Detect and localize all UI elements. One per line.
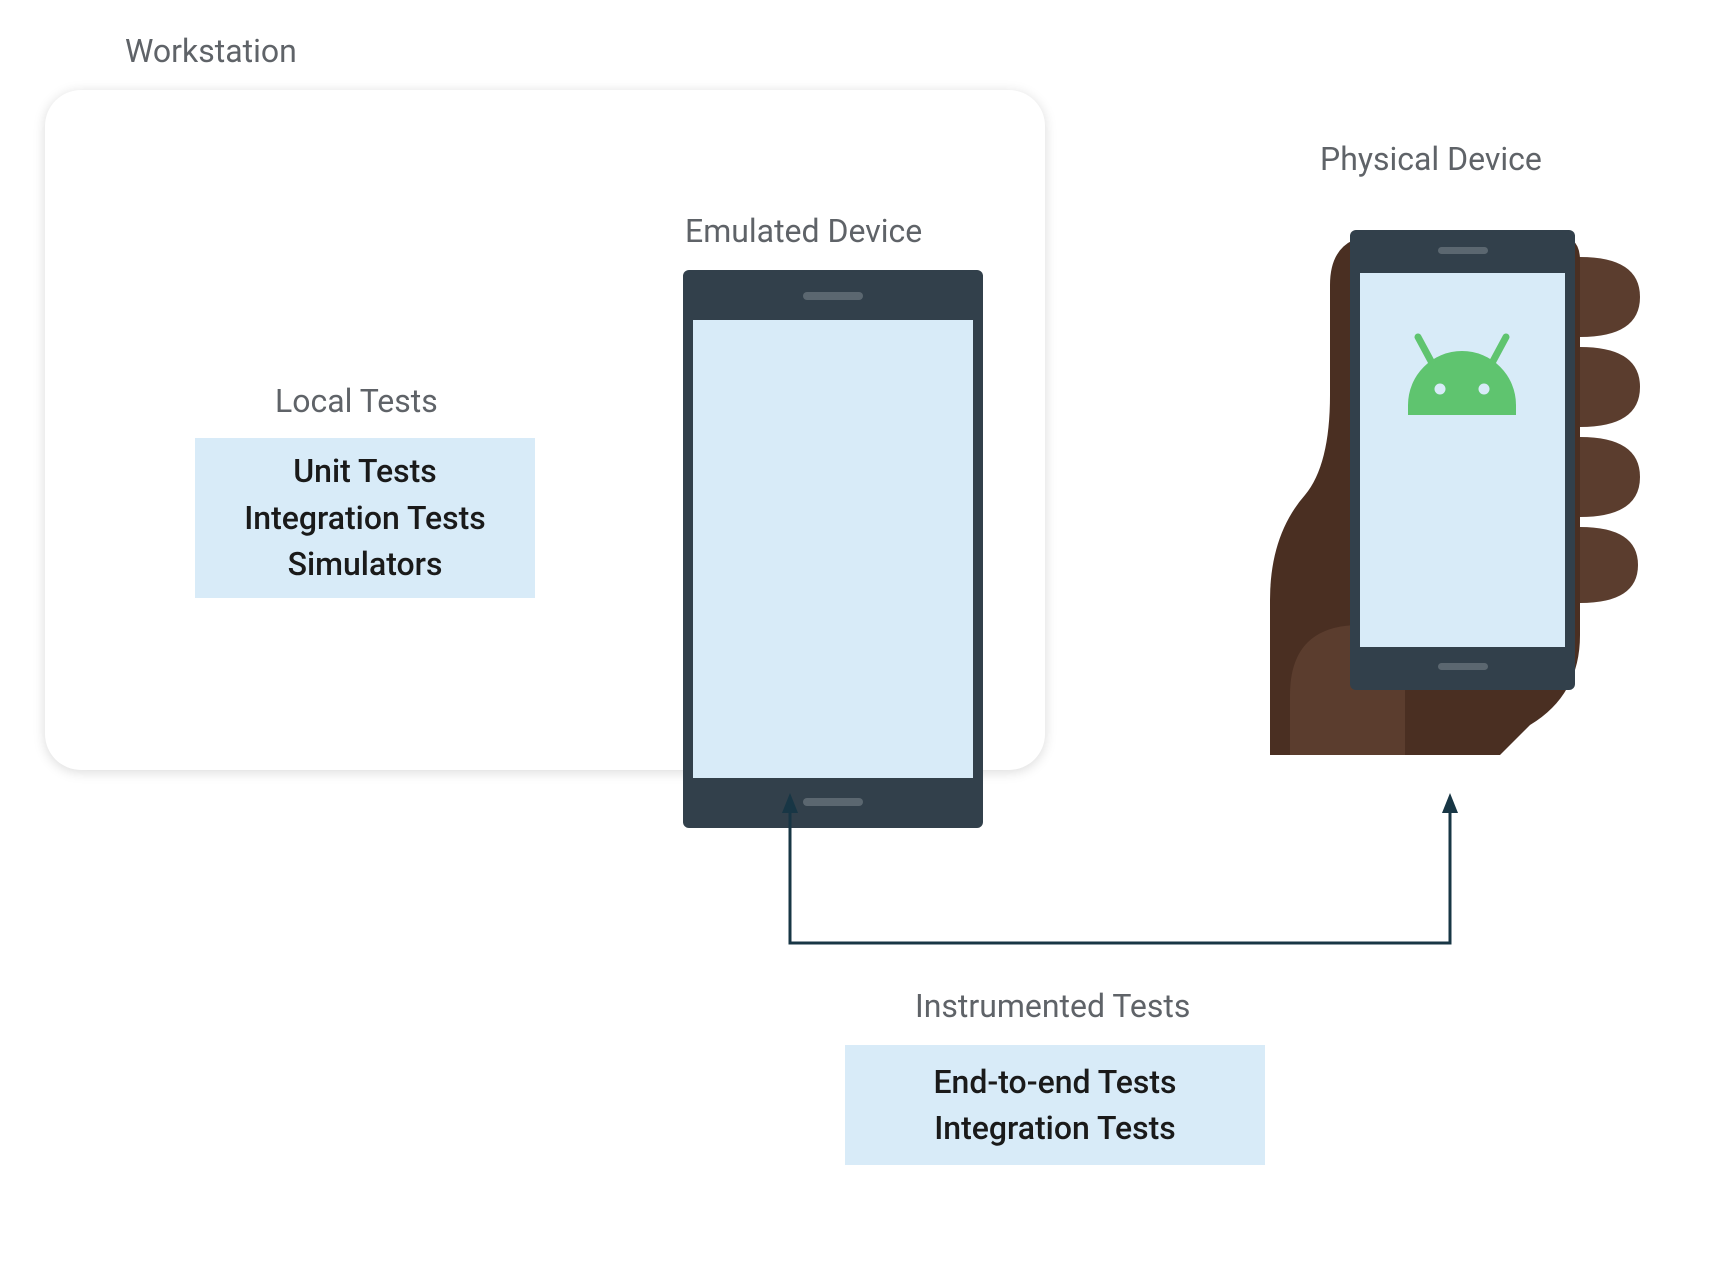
instrumented-tests-item: Integration Tests	[934, 1105, 1176, 1151]
local-tests-label: Local Tests	[275, 382, 438, 420]
local-tests-item: Unit Tests	[293, 448, 437, 494]
arrow-connector	[780, 793, 1460, 953]
physical-device-icon	[1270, 195, 1670, 755]
workstation-card: Local Tests Unit Tests Integration Tests…	[45, 90, 1045, 770]
physical-device-label: Physical Device	[1320, 140, 1542, 178]
local-tests-item: Integration Tests	[244, 495, 486, 541]
local-tests-item: Simulators	[288, 541, 443, 587]
emulated-device-icon	[683, 270, 983, 828]
instrumented-tests-label: Instrumented Tests	[915, 987, 1190, 1025]
local-tests-box: Unit Tests Integration Tests Simulators	[195, 438, 535, 598]
emulated-device-label: Emulated Device	[685, 212, 922, 250]
workstation-label: Workstation	[125, 32, 297, 70]
instrumented-tests-box: End-to-end Tests Integration Tests	[845, 1045, 1265, 1165]
instrumented-tests-item: End-to-end Tests	[933, 1059, 1176, 1105]
